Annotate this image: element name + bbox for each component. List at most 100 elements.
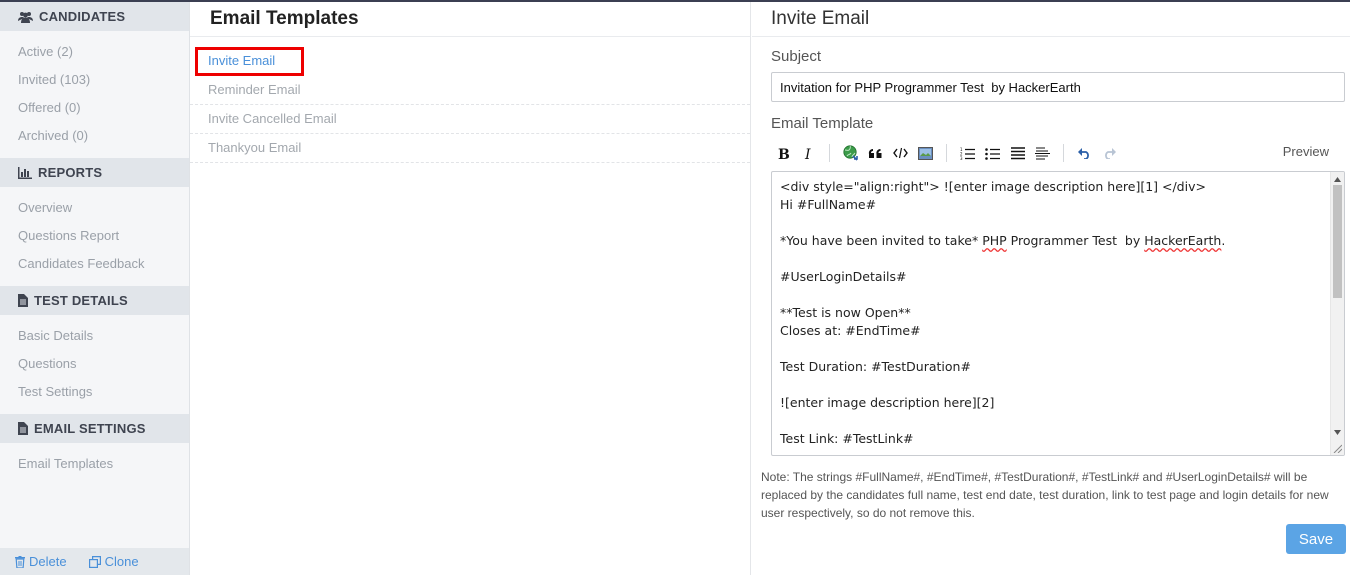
clone-icon bbox=[88, 555, 101, 568]
editor-line: Test Link: #TestLink# bbox=[780, 431, 914, 446]
page-title: Email Templates bbox=[190, 2, 750, 37]
sidebar-item-offered[interactable]: Offered (0) bbox=[0, 94, 189, 122]
document-icon bbox=[18, 422, 28, 435]
editor-line: Closes at: #EndTime# bbox=[780, 323, 921, 338]
sidebar-item-overview[interactable]: Overview bbox=[0, 194, 189, 222]
users-icon bbox=[18, 11, 33, 23]
save-button[interactable]: Save bbox=[1286, 524, 1346, 554]
clone-label: Clone bbox=[104, 554, 139, 569]
subject-input[interactable] bbox=[771, 72, 1345, 102]
scroll-up-arrow-icon[interactable] bbox=[1331, 173, 1344, 185]
quote-icon bbox=[868, 148, 882, 158]
section-title: REPORTS bbox=[38, 165, 103, 180]
editor-line: Hi #FullName# bbox=[780, 197, 877, 212]
undo-icon bbox=[1078, 147, 1089, 159]
editor-text-span: *You have been invited to take* bbox=[780, 233, 983, 248]
blockquote-button[interactable] bbox=[863, 141, 888, 165]
spellcheck-word: HackerEarth bbox=[1144, 233, 1222, 248]
image-icon bbox=[918, 146, 933, 160]
globe-link-icon bbox=[842, 145, 858, 161]
italic-button[interactable]: I bbox=[796, 141, 821, 165]
code-icon bbox=[893, 147, 908, 159]
svg-text:B: B bbox=[778, 147, 790, 160]
sidebar-item-questions[interactable]: Questions bbox=[0, 350, 189, 378]
numbered-list-button[interactable]: 123 bbox=[955, 141, 980, 165]
template-note: Note: The strings #FullName#, #EndTime#,… bbox=[761, 470, 1329, 520]
email-settings-list: Email Templates bbox=[0, 443, 189, 486]
editor-line: #UserLoginDetails# bbox=[780, 269, 907, 284]
bold-icon: B bbox=[778, 147, 790, 160]
redo-icon bbox=[1105, 147, 1116, 159]
template-item-reminder-email[interactable]: Reminder Email bbox=[190, 76, 750, 105]
editor-content: <div style="align:right"> ![enter image … bbox=[780, 178, 1328, 448]
section-header-reports[interactable]: REPORTS bbox=[0, 158, 189, 187]
delete-button[interactable]: Delete bbox=[15, 554, 67, 569]
editor-line: ![enter image description here][2] bbox=[780, 395, 995, 410]
delete-label: Delete bbox=[29, 554, 67, 569]
template-item-invite-email[interactable]: Invite Email bbox=[190, 47, 750, 76]
trash-icon bbox=[15, 555, 25, 568]
sidebar-item-email-templates[interactable]: Email Templates bbox=[0, 450, 189, 478]
toolbar-divider bbox=[946, 144, 947, 162]
section-header-email-settings[interactable]: EMAIL SETTINGS bbox=[0, 414, 189, 443]
section-header-candidates[interactable]: CANDIDATES bbox=[0, 2, 189, 31]
redo-button[interactable] bbox=[1097, 141, 1122, 165]
preview-button[interactable]: Preview bbox=[1283, 144, 1329, 159]
section-title: EMAIL SETTINGS bbox=[34, 421, 146, 436]
toolbar-divider bbox=[829, 144, 830, 162]
bar-chart-icon bbox=[18, 166, 32, 179]
horizontal-rule-icon bbox=[1035, 147, 1050, 159]
sidebar-item-basic-details[interactable]: Basic Details bbox=[0, 322, 189, 350]
scrollbar-thumb[interactable] bbox=[1333, 185, 1342, 298]
sidebar-item-questions-report[interactable]: Questions Report bbox=[0, 222, 189, 250]
code-button[interactable] bbox=[888, 141, 913, 165]
italic-icon: I bbox=[804, 147, 811, 160]
bold-button[interactable]: B bbox=[771, 141, 796, 165]
template-label: Invite Email bbox=[208, 53, 276, 68]
clone-button[interactable]: Clone bbox=[88, 554, 139, 569]
template-item-thankyou-email[interactable]: Thankyou Email bbox=[190, 134, 750, 163]
editor-line: *You have been invited to take* PHP Prog… bbox=[780, 232, 1328, 250]
template-list: Invite Email Reminder Email Invite Cance… bbox=[190, 37, 750, 163]
toolbar-divider bbox=[1063, 144, 1064, 162]
sidebar-item-test-settings[interactable]: Test Settings bbox=[0, 378, 189, 406]
section-title: CANDIDATES bbox=[39, 9, 126, 24]
editor-text-span: Programmer Test by bbox=[1006, 233, 1145, 248]
subject-label: Subject bbox=[771, 48, 822, 65]
section-title: TEST DETAILS bbox=[34, 293, 128, 308]
test-details-list: Basic Details Questions Test Settings bbox=[0, 315, 189, 414]
email-editor-panel: Invite Email Subject Email Template B I … bbox=[752, 2, 1350, 575]
editor-text-span: . bbox=[1221, 233, 1226, 248]
svg-text:3: 3 bbox=[960, 156, 963, 160]
templates-column: Email Templates Invite Email Reminder Em… bbox=[190, 2, 751, 575]
sidebar-item-invited[interactable]: Invited (103) bbox=[0, 66, 189, 94]
sidebar-footer: Delete Clone bbox=[0, 548, 189, 575]
scroll-down-arrow-icon[interactable] bbox=[1331, 426, 1344, 438]
spellcheck-word: PHP bbox=[982, 233, 1007, 248]
editor-line: <div style="align:right"> ![enter image … bbox=[780, 179, 1206, 194]
email-template-label: Email Template bbox=[771, 115, 874, 132]
document-icon bbox=[18, 294, 28, 307]
heading-icon bbox=[1010, 146, 1025, 159]
insert-image-button[interactable] bbox=[913, 141, 938, 165]
email-template-textarea[interactable]: <div style="align:right"> ![enter image … bbox=[771, 171, 1345, 456]
ordered-list-icon: 123 bbox=[960, 147, 975, 160]
resize-grip-icon[interactable] bbox=[1331, 442, 1344, 454]
sidebar: CANDIDATES Active (2) Invited (103) Offe… bbox=[0, 2, 190, 575]
reports-list: Overview Questions Report Candidates Fee… bbox=[0, 187, 189, 286]
sidebar-item-archived[interactable]: Archived (0) bbox=[0, 122, 189, 150]
editor-toolbar: B I 123 Preview bbox=[771, 140, 1345, 166]
section-header-test-details[interactable]: TEST DETAILS bbox=[0, 286, 189, 315]
undo-button[interactable] bbox=[1072, 141, 1097, 165]
bullet-list-button[interactable] bbox=[980, 141, 1005, 165]
template-item-invite-cancelled-email[interactable]: Invite Cancelled Email bbox=[190, 105, 750, 134]
editor-line: Test Duration: #TestDuration# bbox=[780, 359, 971, 374]
sidebar-item-active[interactable]: Active (2) bbox=[0, 38, 189, 66]
editor-title: Invite Email bbox=[752, 2, 1350, 37]
sidebar-item-candidates-feedback[interactable]: Candidates Feedback bbox=[0, 250, 189, 278]
horizontal-rule-button[interactable] bbox=[1030, 141, 1055, 165]
heading-button[interactable] bbox=[1005, 141, 1030, 165]
editor-scrollbar[interactable] bbox=[1330, 172, 1344, 455]
unordered-list-icon bbox=[985, 147, 1000, 160]
insert-link-button[interactable] bbox=[838, 141, 863, 165]
